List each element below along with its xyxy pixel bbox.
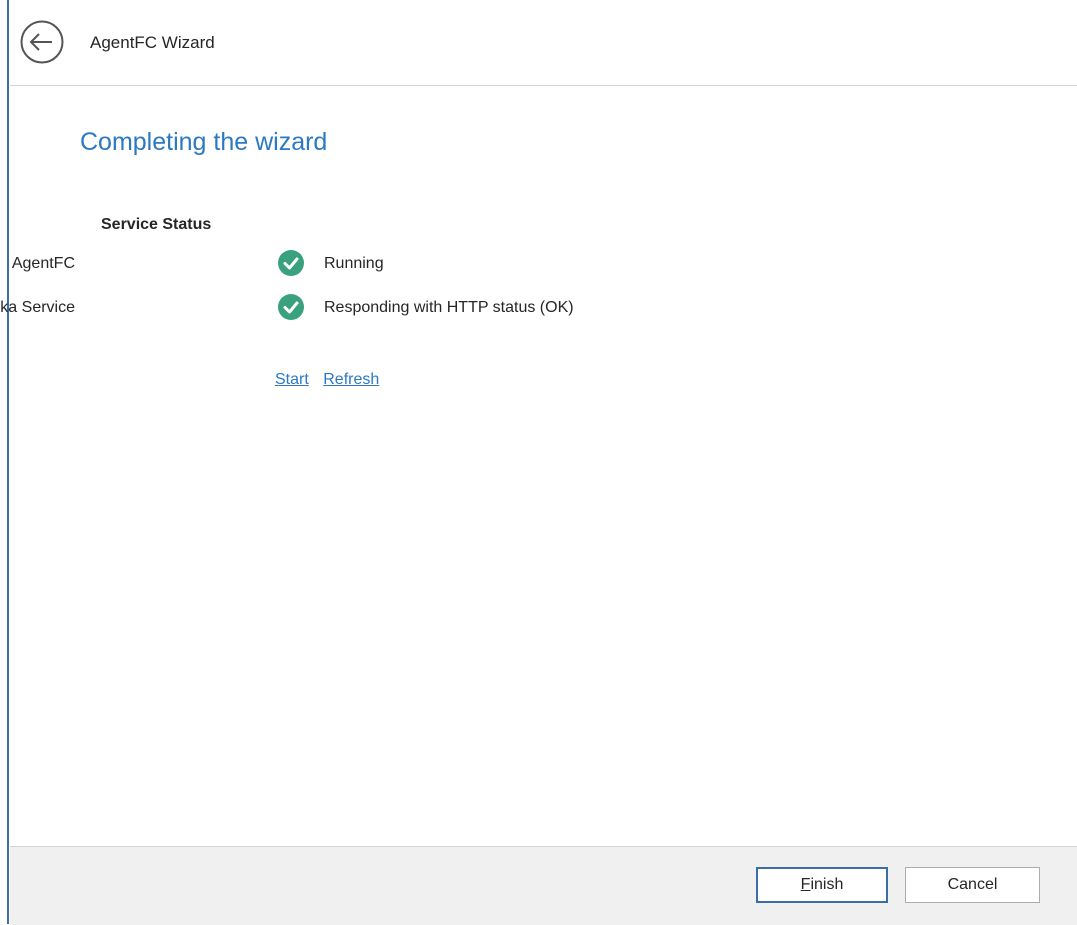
service-name: AgentFC [11, 255, 75, 272]
start-link[interactable]: Start [275, 371, 309, 388]
refresh-link[interactable]: Refresh [323, 371, 379, 388]
service-actions: Start Refresh [275, 371, 389, 389]
service-status-heading: Service Status [101, 216, 212, 233]
status-row-agentfc: AgentFC Running [10, 248, 910, 278]
finish-label: inish [810, 876, 844, 893]
page-title: Completing the wizard [80, 128, 328, 156]
window-title: AgentFC Wizard [90, 33, 215, 52]
status-row-tika: Tika Service Responding with HTTP status… [0, 292, 910, 322]
back-button[interactable] [20, 20, 64, 64]
service-name: Tika Service [0, 299, 75, 316]
wizard-footer: Finish Cancel [10, 846, 1077, 925]
cancel-button[interactable]: Cancel [905, 867, 1040, 903]
finish-button[interactable]: Finish [756, 867, 888, 903]
wizard-header: AgentFC Wizard [10, 0, 1077, 86]
service-status-text: Responding with HTTP status (OK) [324, 299, 574, 316]
check-circle-icon [278, 250, 304, 276]
arrow-left-icon [20, 20, 64, 64]
window-left-border [0, 0, 9, 924]
wizard-content: Completing the wizard Service Status Age… [0, 86, 1077, 846]
service-status-text: Running [324, 255, 384, 272]
check-circle-icon [278, 294, 304, 320]
finish-mnemonic: F [800, 876, 811, 893]
